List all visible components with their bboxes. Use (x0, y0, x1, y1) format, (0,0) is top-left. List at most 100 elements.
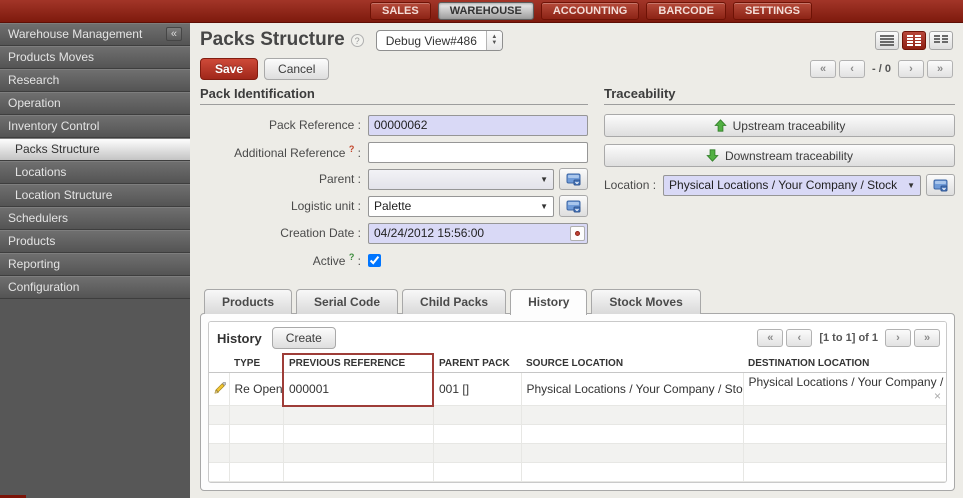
open-record-icon (566, 199, 582, 213)
logistic-unit-value: Palette (369, 199, 538, 213)
column-parent-pack[interactable]: PARENT PACK (433, 354, 521, 373)
location-open-record-button[interactable] (926, 174, 955, 196)
history-pager-last-button[interactable]: » (914, 329, 940, 347)
label-colon: : (358, 254, 361, 268)
sidebar-item-locations[interactable]: Locations (0, 161, 190, 184)
active-text: Active (313, 254, 346, 268)
nav-accounting[interactable]: ACCOUNTING (541, 2, 640, 20)
sidebar-item-inventory-control[interactable]: Inventory Control (0, 115, 190, 138)
downstream-traceability-button[interactable]: Downstream traceability (604, 144, 955, 167)
tab-child-packs[interactable]: Child Packs (402, 289, 506, 314)
parent-open-record-button[interactable] (559, 168, 588, 190)
pencil-icon (214, 382, 226, 394)
green-down-arrow-icon (706, 149, 719, 162)
label-colon: : (358, 146, 361, 160)
sidebar-item-configuration[interactable]: Configuration (0, 276, 190, 299)
additional-reference-label: Additional Reference ? : (200, 144, 368, 160)
help-question-icon[interactable]: ? (349, 144, 355, 154)
nav-warehouse[interactable]: WAREHOUSE (438, 2, 534, 20)
sidebar-item-warehouse-management[interactable]: Warehouse Management « (0, 23, 190, 46)
destination-text: Physical Locations / Your Company / Outp… (749, 375, 947, 389)
active-checkbox[interactable] (368, 254, 381, 267)
logistic-unit-open-record-button[interactable] (559, 195, 588, 217)
calendar-icon[interactable] (570, 226, 585, 241)
help-icon[interactable]: ? (351, 34, 364, 47)
green-up-arrow-icon (714, 119, 727, 132)
creation-date-label: Creation Date : (200, 226, 368, 240)
sidebar-item-products-moves[interactable]: Products Moves (0, 46, 190, 69)
sidebar-item-operation[interactable]: Operation (0, 92, 190, 115)
sidebar-item-products[interactable]: Products (0, 230, 190, 253)
delete-row-icon[interactable]: × (934, 389, 941, 403)
save-button[interactable]: Save (200, 58, 258, 80)
kanban-view-button[interactable] (929, 31, 953, 50)
parent-select[interactable]: ▼ (368, 169, 554, 190)
location-select[interactable]: Physical Locations / Your Company / Stoc… (663, 175, 921, 196)
pager-last-button[interactable]: » (927, 60, 953, 78)
cell-previous-reference[interactable]: 000001 (283, 373, 433, 406)
tab-history[interactable]: History (510, 289, 587, 315)
cell-parent-pack[interactable]: 001 [] (433, 373, 521, 406)
list-view-button[interactable] (875, 31, 899, 50)
table-row-empty (209, 444, 946, 463)
pager-prev-button[interactable]: ‹ (839, 60, 865, 78)
edit-row-cell[interactable] (209, 373, 229, 406)
cell-destination-location[interactable]: Physical Locations / Your Company / Outp… (743, 373, 946, 406)
cell-type[interactable]: Re Open (229, 373, 283, 406)
nav-settings[interactable]: SETTINGS (733, 2, 812, 20)
sidebar-item-schedulers[interactable]: Schedulers (0, 207, 190, 230)
column-destination-location[interactable]: DESTINATION LOCATION (743, 354, 946, 373)
chevron-down-icon: ▼ (538, 175, 553, 184)
pack-reference-field[interactable] (368, 115, 588, 136)
help-question-icon[interactable]: ? (349, 252, 355, 262)
sidebar-collapse-icon[interactable]: « (166, 27, 182, 41)
history-pager-next-button[interactable]: › (885, 329, 911, 347)
pager-first-button[interactable]: « (810, 60, 836, 78)
notebook-tabs: Products Serial Code Child Packs History… (200, 289, 955, 314)
table-row[interactable]: Re Open 000001 001 [] Physical Locations… (209, 373, 946, 406)
section-pack-identification: Pack Identification (200, 86, 588, 105)
tab-products[interactable]: Products (204, 289, 292, 314)
history-pager-first-button[interactable]: « (757, 329, 783, 347)
logistic-unit-select[interactable]: Palette ▼ (368, 196, 554, 217)
nav-sales[interactable]: SALES (370, 2, 431, 20)
creation-date-field[interactable] (368, 223, 588, 244)
additional-reference-text: Additional Reference (234, 146, 345, 160)
history-table: TYPE PREVIOUS REFERENCE PARENT PACK SOUR… (209, 353, 946, 482)
location-label: Location : (604, 178, 663, 192)
sidebar-item-packs-structure[interactable]: Packs Structure (0, 138, 190, 161)
table-row-empty (209, 463, 946, 482)
section-traceability: Traceability (604, 86, 955, 105)
sidebar-item-location-structure[interactable]: Location Structure (0, 184, 190, 207)
upstream-traceability-button[interactable]: Upstream traceability (604, 114, 955, 137)
chevron-down-icon: ▼ (538, 202, 553, 211)
history-list: History Create « ‹ [1 to 1] of 1 › » (208, 321, 947, 483)
history-pager-prev-button[interactable]: ‹ (786, 329, 812, 347)
pack-reference-label: Pack Reference : (200, 118, 368, 132)
open-record-icon (933, 178, 949, 192)
pager-next-button[interactable]: › (898, 60, 924, 78)
kanban-view-icon (934, 35, 948, 46)
tab-stock-moves[interactable]: Stock Moves (591, 289, 700, 314)
debug-view-select[interactable]: Debug View#486 ▲ ▼ (376, 30, 503, 51)
tab-serial-code[interactable]: Serial Code (296, 289, 398, 314)
create-button[interactable]: Create (272, 327, 336, 349)
cancel-button[interactable]: Cancel (264, 58, 329, 80)
upstream-traceability-label: Upstream traceability (733, 119, 846, 133)
column-source-location[interactable]: SOURCE LOCATION (521, 354, 743, 373)
form-view-button[interactable] (902, 31, 926, 50)
downstream-traceability-label: Downstream traceability (725, 149, 853, 163)
debug-view-label: Debug View#486 (377, 31, 486, 50)
column-previous-reference[interactable]: PREVIOUS REFERENCE (283, 354, 433, 373)
sidebar-item-research[interactable]: Research (0, 69, 190, 92)
history-tab-panel: History Create « ‹ [1 to 1] of 1 › » (200, 313, 955, 491)
nav-barcode[interactable]: BARCODE (646, 2, 726, 20)
sidebar-item-reporting[interactable]: Reporting (0, 253, 190, 276)
additional-reference-field[interactable] (368, 142, 588, 163)
cell-source-location[interactable]: Physical Locations / Your Company / Stoc… (521, 373, 743, 406)
table-row-empty (209, 425, 946, 444)
chevron-down-icon: ▼ (905, 181, 920, 190)
column-type[interactable]: TYPE (229, 354, 283, 373)
sidebar-item-label: Warehouse Management (8, 27, 142, 41)
sidebar: Warehouse Management « Products Moves Re… (0, 23, 190, 498)
